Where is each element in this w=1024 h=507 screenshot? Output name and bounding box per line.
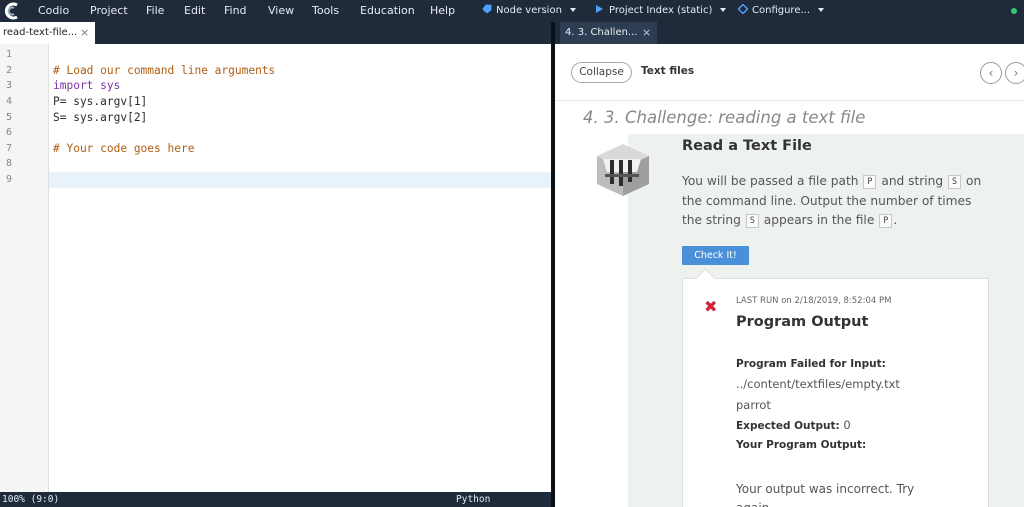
line-number: 4 — [6, 96, 13, 107]
rocket-icon — [482, 4, 492, 14]
chevron-right-icon: › — [1013, 66, 1019, 80]
result-message: Your output was incorrect. Try again — [736, 482, 915, 507]
close-icon[interactable]: × — [642, 22, 651, 44]
code-token: P — [879, 214, 893, 228]
menu-edit[interactable]: Edit — [184, 4, 205, 18]
line-number: 8 — [6, 158, 13, 169]
code-line[interactable]: S= sys.argv[2] — [53, 110, 147, 126]
chevron-down-icon — [818, 8, 825, 12]
line-number: 1 — [6, 49, 13, 60]
line-number: 2 — [6, 65, 13, 76]
line-number: 6 — [6, 127, 13, 138]
input-word: parrot — [736, 398, 771, 412]
code-token: S — [745, 214, 759, 228]
line-number-gutter: 1 2 3 4 5 6 7 8 9 — [0, 44, 49, 492]
menu-project[interactable]: Project — [90, 4, 128, 18]
menu-help[interactable]: Help — [430, 4, 455, 18]
code-token: P — [863, 175, 877, 189]
line-number: 3 — [6, 80, 13, 91]
guide-panel: Collapse Text files ‹ › 4. 3. Challenge:… — [555, 44, 1024, 507]
your-output-label: Your Program Output: — [736, 439, 867, 451]
chevron-down-icon — [569, 8, 576, 12]
tab-label: read-text-file... — [3, 27, 78, 38]
program-output-title: Program Output — [736, 314, 869, 330]
menu-codio[interactable]: Codio — [38, 4, 69, 18]
input-path: ../content/textfiles/empty.txt — [736, 377, 900, 391]
menu-tools[interactable]: Tools — [312, 4, 339, 18]
card-title: Read a Text File — [682, 138, 812, 154]
menu-education[interactable]: Education — [360, 4, 415, 18]
prev-page-button[interactable]: ‹ — [980, 62, 1002, 84]
description-text: appears in the file — [759, 213, 879, 227]
menu-view[interactable]: View — [268, 4, 294, 18]
expected-output-label: Expected Output: — [736, 420, 840, 432]
play-icon — [596, 5, 603, 13]
error-x-icon: ✖ — [704, 297, 718, 316]
menu-find[interactable]: Find — [224, 4, 247, 18]
connection-status-icon — [1011, 8, 1017, 14]
tab-read-text-file[interactable]: read-text-file... × — [0, 22, 95, 44]
code-line[interactable]: import sys — [53, 78, 120, 94]
menu-file[interactable]: File — [146, 4, 164, 18]
configure-icon — [737, 3, 749, 15]
node-version-label: Node version — [496, 5, 562, 16]
tab-challenge[interactable]: 4. 3. Challen... × — [560, 22, 657, 44]
description-text: . — [893, 213, 898, 227]
last-run-timestamp: LAST RUN on 2/18/2019, 8:52:04 PM — [736, 296, 892, 306]
chevron-down-icon — [720, 8, 727, 12]
configure-dropdown[interactable]: Configure... — [737, 3, 825, 18]
line-number: 5 — [6, 112, 13, 123]
challenge-description: You will be passed a file path P and str… — [682, 172, 992, 231]
project-index-dropdown[interactable]: Project Index (static) — [595, 4, 727, 18]
code-line[interactable]: P= sys.argv[1] — [53, 94, 147, 110]
editor-statusbar: 100% (9:0) Python — [0, 492, 551, 507]
next-page-button[interactable]: › — [1005, 62, 1024, 84]
language-mode[interactable]: Python — [456, 492, 490, 507]
chevron-left-icon: ‹ — [988, 66, 994, 80]
code-token: S — [948, 175, 962, 189]
page-title: 4. 3. Challenge: reading a text file — [583, 108, 866, 127]
menubar: Codio Project File Edit Find View Tools … — [0, 0, 1024, 22]
line-number: 9 — [6, 174, 13, 185]
failed-input-label: Program Failed for Input: — [736, 358, 886, 370]
expected-output-value: 0 — [843, 418, 851, 432]
result-panel: ✖ LAST RUN on 2/18/2019, 8:52:04 PM Prog… — [682, 278, 989, 507]
collapse-button[interactable]: Collapse — [571, 62, 632, 83]
guide-header: Collapse Text files ‹ › — [555, 44, 1024, 101]
cursor-position: 100% (9:0) — [2, 494, 60, 505]
code-line[interactable]: # Load our command line arguments — [53, 63, 275, 79]
section-label: Text files — [641, 65, 695, 77]
code-editor[interactable]: 1 2 3 4 5 6 7 8 9 # Load our command lin… — [0, 44, 551, 492]
codio-logo-icon[interactable] — [3, 1, 21, 21]
node-version-dropdown[interactable]: Node version — [482, 4, 576, 18]
active-line-highlight — [49, 172, 551, 188]
close-icon[interactable]: × — [80, 22, 89, 44]
project-index-label: Project Index (static) — [609, 5, 713, 16]
expected-output-row: Expected Output: 0 — [736, 418, 851, 432]
description-text: and string — [877, 174, 948, 188]
configure-label: Configure... — [752, 5, 811, 16]
tab-label: 4. 3. Challen... — [565, 27, 638, 38]
description-text: You will be passed a file path — [682, 174, 863, 188]
file-box-icon — [597, 144, 649, 196]
check-it-button[interactable]: Check It! — [682, 246, 749, 265]
code-line[interactable]: # Your code goes here — [53, 141, 194, 157]
line-number: 7 — [6, 143, 13, 154]
